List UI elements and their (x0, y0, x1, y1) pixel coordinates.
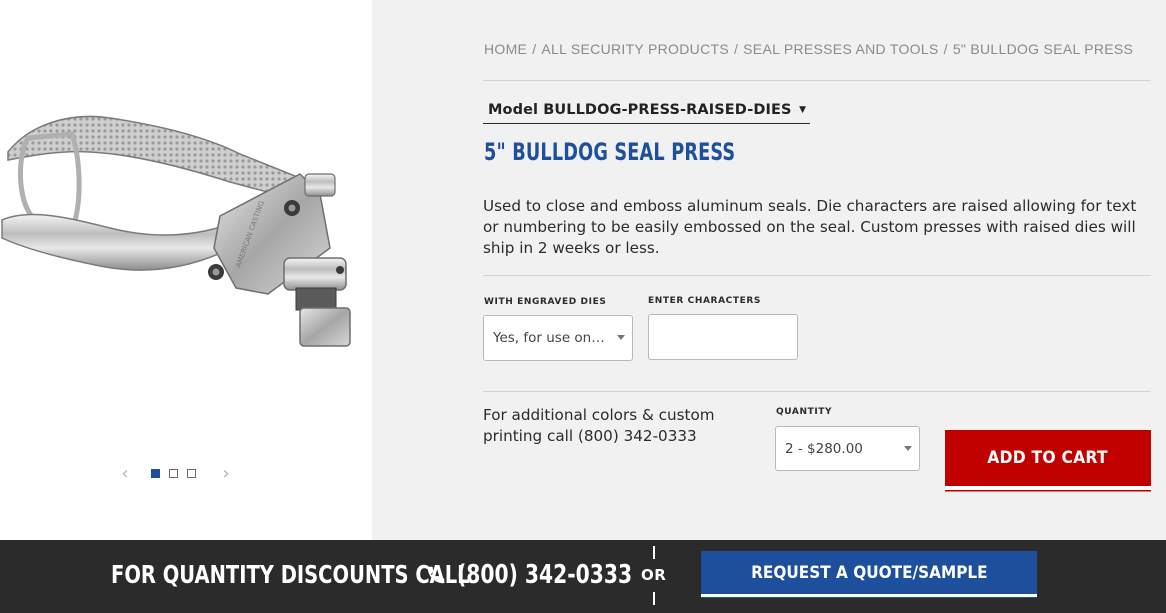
phone-number: (800) 342-0333 (457, 559, 633, 590)
request-quote-button[interactable]: REQUEST A QUOTE/SAMPLE (701, 551, 1037, 597)
caret-down-icon: ▼ (799, 104, 806, 115)
gallery-dot-2[interactable] (169, 468, 178, 478)
gallery-navigation: ‹ › (116, 462, 244, 484)
product-details: HOME / ALL SECURITY PRODUCTS / SEAL PRESSES … (372, 0, 1166, 540)
divider (483, 80, 1151, 81)
gallery-dot-3[interactable] (187, 468, 196, 478)
engraved-dies-select[interactable]: Yes, for use on A... (483, 315, 633, 361)
gallery-dot-1[interactable] (151, 468, 160, 478)
breadcrumb-current-page[interactable]: 5" BULLDOG SEAL PRESS (953, 41, 1133, 57)
chevron-left-icon[interactable]: ‹ (116, 462, 134, 484)
quantity-discount-bar: FOR QUANTITY DISCOUNTS CALL (800) 342-03… (0, 540, 1166, 613)
add-to-cart-label: ADD TO CART (987, 448, 1109, 468)
breadcrumb-separator: / (532, 41, 537, 57)
breadcrumb: HOME / ALL SECURITY PRODUCTS / SEAL PRESSES … (484, 41, 1133, 57)
caret-down-icon (617, 335, 625, 340)
divider (483, 275, 1151, 276)
engraved-dies-value: Yes, for use on A... (493, 330, 609, 346)
breadcrumb-home[interactable]: HOME (484, 41, 527, 57)
divider (483, 391, 1151, 392)
breadcrumb-separator: / (943, 41, 948, 57)
enter-characters-input[interactable] (648, 314, 798, 360)
model-select-value: Model BULLDOG-PRESS-RAISED-DIES (488, 101, 792, 118)
quantity-value: 2 - $280.00 (785, 440, 863, 457)
add-to-cart-button[interactable]: ADD TO CART (945, 430, 1151, 490)
quantity-discount-text: FOR QUANTITY DISCOUNTS CALL (111, 560, 470, 589)
request-quote-label: REQUEST A QUOTE/SAMPLE (750, 562, 988, 583)
quantity-label: QUANTITY (776, 407, 833, 417)
quantity-select[interactable]: 2 - $280.00 (775, 426, 920, 471)
breadcrumb-seal-presses-and-tools[interactable]: SEAL PRESSES AND TOOLS (743, 41, 938, 57)
product-gallery: AMERICAN CASTING ‹ › (0, 0, 372, 540)
product-image[interactable]: AMERICAN CASTING (0, 98, 372, 368)
breadcrumb-all-security-products[interactable]: ALL SECURITY PRODUCTS (541, 41, 729, 57)
caret-down-icon (904, 445, 912, 451)
or-text: OR (641, 565, 667, 584)
breadcrumb-separator: / (733, 41, 739, 57)
phone-icon (425, 564, 447, 586)
product-title: 5" BULLDOG SEAL PRESS (484, 138, 736, 166)
custom-printing-note: For additional colors & custom printing … (483, 406, 715, 445)
engraved-dies-label: WITH ENGRAVED DIES (484, 297, 607, 307)
enter-characters-label: ENTER CHARACTERS (648, 296, 761, 306)
product-description: Used to close and emboss aluminum seals.… (483, 197, 1137, 257)
model-select[interactable]: Model BULLDOG-PRESS-RAISED-DIES ▼ (483, 100, 810, 124)
chevron-right-icon[interactable]: › (217, 462, 235, 484)
